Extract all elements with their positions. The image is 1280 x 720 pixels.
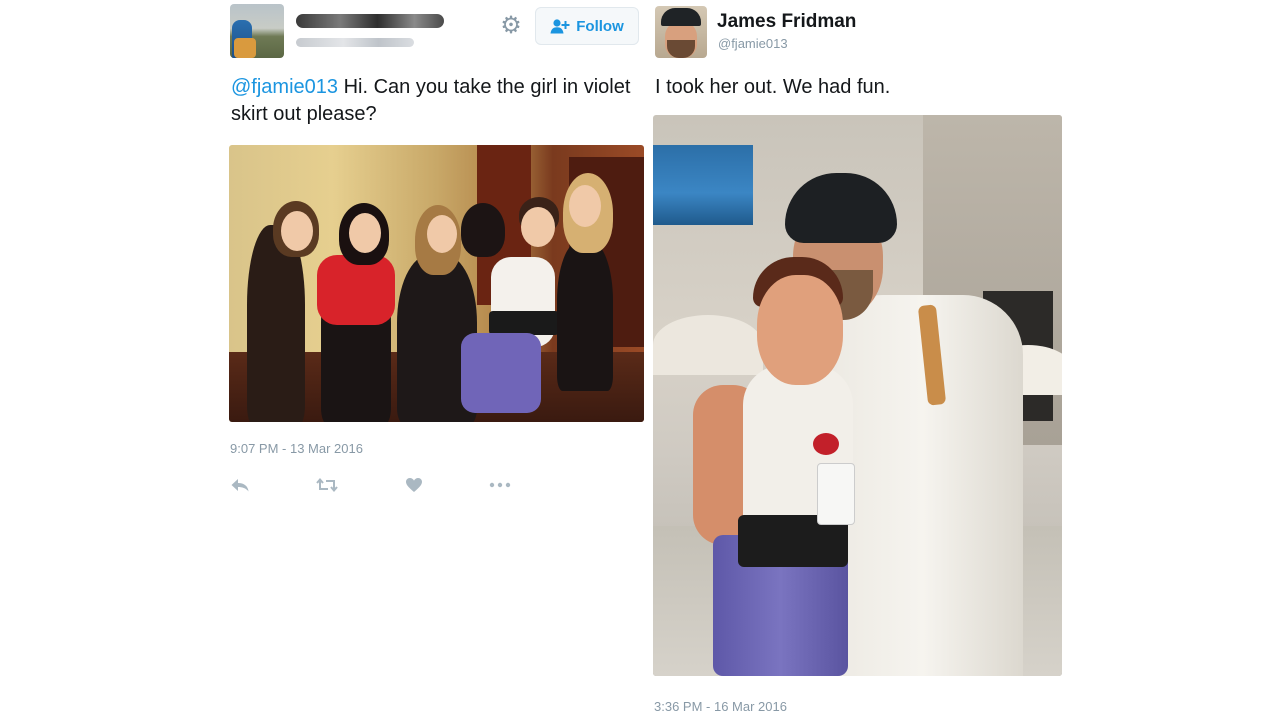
right-author-handle[interactable]: @fjamie013 bbox=[718, 36, 788, 51]
redacted-author-name bbox=[296, 14, 444, 28]
photo-red-top bbox=[317, 255, 395, 325]
right-author-name[interactable]: James Fridman bbox=[717, 11, 856, 33]
left-tweet-text: @fjamie013 Hi. Can you take the girl in … bbox=[231, 74, 631, 128]
tweet-actions-bar bbox=[230, 474, 520, 496]
more-icon[interactable] bbox=[489, 474, 511, 496]
heart-icon[interactable] bbox=[405, 474, 423, 496]
left-author-avatar[interactable] bbox=[230, 4, 284, 58]
gear-icon[interactable]: ⚙ bbox=[498, 13, 524, 39]
redacted-author-handle bbox=[296, 38, 414, 47]
right-tweet-timestamp[interactable]: 3:36 PM - 16 Mar 2016 bbox=[654, 699, 787, 714]
follow-button-label: Follow bbox=[576, 17, 624, 35]
photo-face bbox=[569, 185, 601, 227]
photo-woman-face bbox=[757, 275, 843, 385]
photo-face bbox=[281, 211, 313, 251]
photo-man-cap bbox=[785, 173, 897, 243]
right-author-avatar[interactable] bbox=[655, 6, 707, 58]
photo-belt bbox=[489, 311, 559, 335]
left-tweet-photo[interactable] bbox=[229, 145, 644, 422]
photo-face bbox=[349, 213, 381, 253]
photo-balcony bbox=[653, 145, 753, 225]
right-tweet-text: I took her out. We had fun. bbox=[655, 76, 891, 98]
follow-button[interactable]: Follow bbox=[535, 7, 639, 45]
right-tweet-photo[interactable] bbox=[653, 115, 1062, 676]
avatar-bag bbox=[234, 38, 256, 58]
photo-hair bbox=[461, 203, 505, 257]
photo-face bbox=[427, 215, 457, 253]
retweet-icon[interactable] bbox=[316, 474, 338, 496]
photo-umbrella bbox=[653, 315, 763, 375]
photo-face bbox=[521, 207, 555, 247]
add-user-icon bbox=[550, 19, 570, 34]
photo-cup bbox=[817, 463, 855, 525]
photo-person bbox=[557, 241, 613, 391]
left-tweet-timestamp[interactable]: 9:07 PM - 13 Mar 2016 bbox=[230, 441, 363, 456]
photo-flower bbox=[813, 433, 839, 455]
mention-link[interactable]: @fjamie013 bbox=[231, 76, 338, 98]
reply-icon[interactable] bbox=[230, 474, 250, 496]
avatar-cap bbox=[661, 8, 701, 26]
photo-violet-skirt bbox=[461, 333, 541, 413]
